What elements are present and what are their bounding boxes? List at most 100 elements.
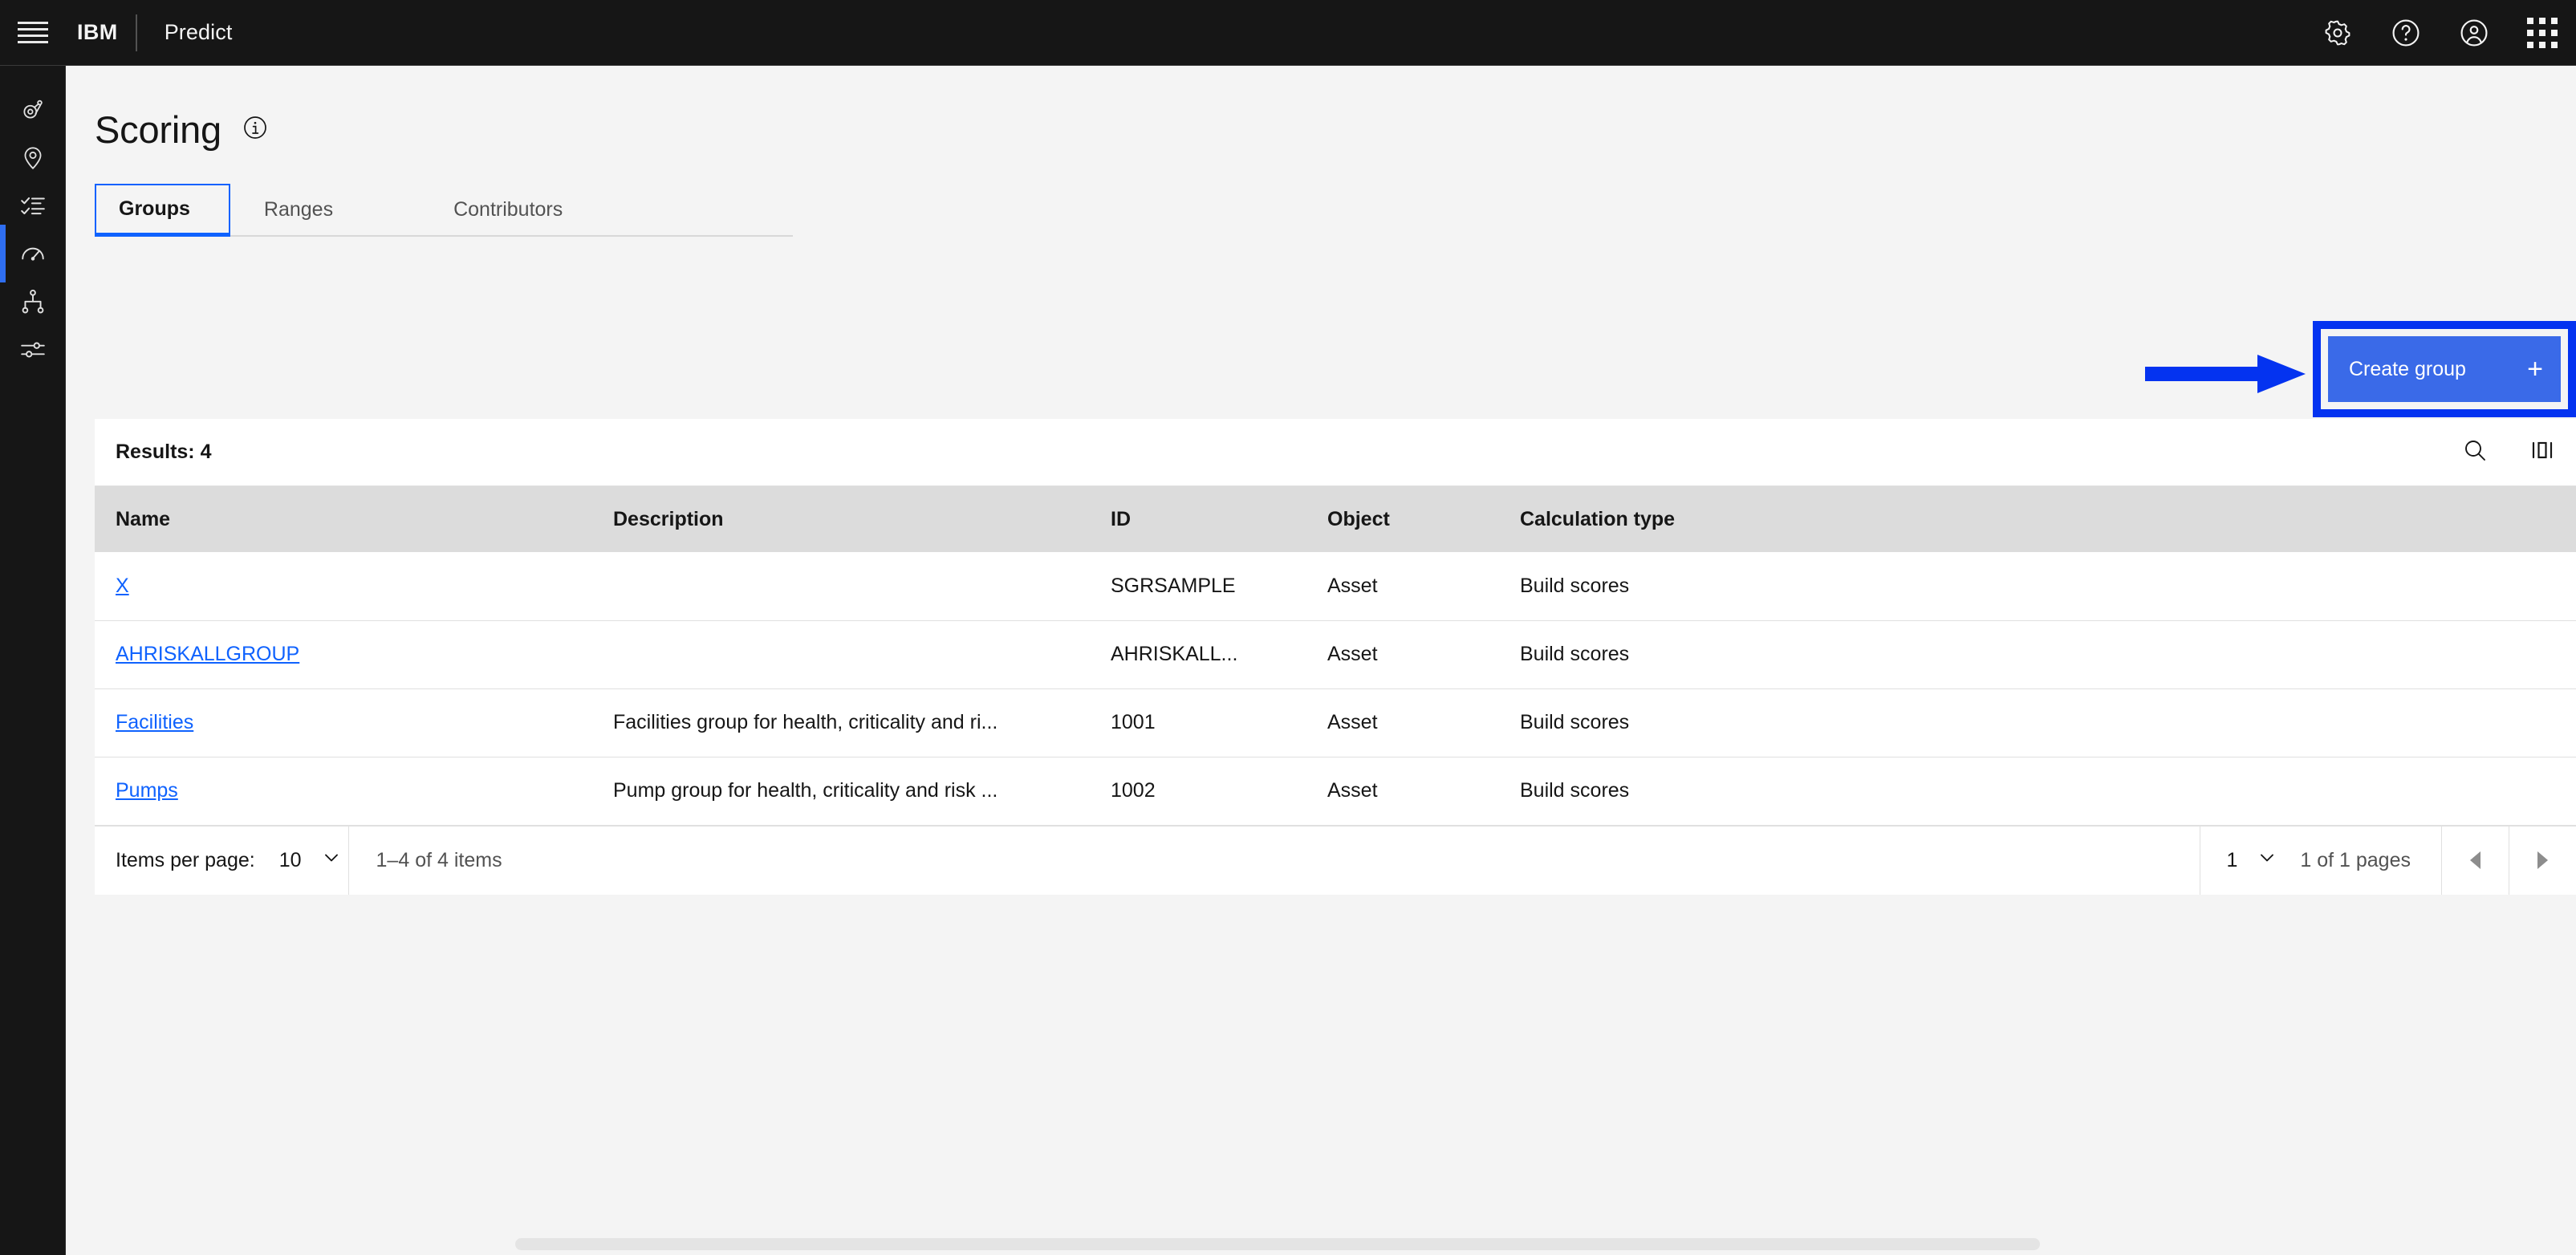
table-column-settings-button[interactable] [2509, 419, 2576, 486]
column-bars-icon [2530, 438, 2554, 466]
table-search-button[interactable] [2441, 419, 2509, 486]
table-row[interactable]: Pumps Pump group for health, criticality… [95, 757, 2576, 826]
hamburger-menu-icon [18, 21, 48, 44]
cell-description: Pump group for health, criticality and r… [592, 757, 1090, 826]
grid-dots-icon [2526, 17, 2558, 48]
next-page-button[interactable] [2509, 826, 2576, 895]
product-name[interactable]: Predict [137, 20, 233, 45]
sidebar-item-hierarchy[interactable] [0, 278, 66, 326]
main-content: Scoring Groups Ranges Contributors Creat… [66, 66, 2576, 1255]
cell-object: Asset [1306, 757, 1499, 826]
sidebar-item-scoring[interactable] [0, 225, 66, 282]
tab-ranges[interactable]: Ranges [230, 184, 453, 237]
cell-id: AHRISKALL... [1090, 620, 1306, 689]
app-root: IBM Predict Scoring Groups Ranges Contri… [0, 0, 2576, 1255]
page-title-row: Scoring [66, 66, 2576, 148]
table-header-row: Name Description ID Object Calculation t… [95, 486, 2576, 552]
data-table: Results: 4 Name Description ID Object Ca… [95, 419, 2576, 895]
account-button[interactable] [2440, 0, 2508, 65]
cell-id: 1002 [1090, 757, 1306, 826]
cell-object: Asset [1306, 552, 1499, 621]
column-header-id[interactable]: ID [1090, 486, 1306, 552]
items-per-page-value: 10 [278, 848, 302, 871]
results-count: Results: 4 [116, 441, 212, 463]
caret-right-icon [2537, 851, 2548, 869]
column-header-description[interactable]: Description [592, 486, 1090, 552]
question-circle-icon [2391, 18, 2421, 48]
chevron-down-icon [323, 849, 340, 872]
global-header: IBM Predict [0, 0, 2576, 66]
column-header-object[interactable]: Object [1306, 486, 1499, 552]
settings-button[interactable] [2303, 0, 2371, 65]
location-pin-icon [19, 144, 47, 171]
hamburger-menu-button[interactable] [0, 0, 66, 65]
pulley-asset-icon [19, 95, 47, 123]
info-circle-icon [242, 115, 268, 144]
sidebar-item-tasks[interactable] [0, 181, 66, 229]
page-info-button[interactable] [242, 115, 268, 144]
search-icon [2462, 437, 2488, 467]
header-actions [2303, 0, 2576, 65]
cell-calculation-type: Build scores [1499, 757, 2576, 826]
table-row[interactable]: Facilities Facilities group for health, … [95, 688, 2576, 757]
items-per-page-group: Items per page: 10 [95, 827, 348, 895]
table-toolbar-actions [2441, 419, 2576, 486]
brand-name: IBM [77, 20, 118, 44]
annotation-highlight-box: Create group + [2313, 321, 2576, 417]
gear-icon [2323, 18, 2352, 47]
scrollbar-thumb[interactable] [515, 1238, 2040, 1250]
gauge-meter-icon [19, 240, 47, 267]
user-avatar-icon [2459, 18, 2489, 48]
chevron-down-icon [2258, 849, 2276, 872]
cell-object: Asset [1306, 620, 1499, 689]
hierarchy-tree-icon [19, 288, 47, 315]
page-number-select[interactable]: 1 [2200, 827, 2300, 895]
cell-description [592, 620, 1090, 689]
table-toolbar: Results: 4 [95, 419, 2576, 486]
tab-groups[interactable]: Groups [95, 184, 230, 237]
sidebar-item-locations[interactable] [0, 133, 66, 181]
table-row[interactable]: AHRISKALLGROUP AHRISKALL... Asset Build … [95, 620, 2576, 689]
create-group-label: Create group [2349, 357, 2466, 380]
page-number-value: 1 [2226, 848, 2238, 871]
sidebar-item-settings[interactable] [0, 326, 66, 374]
cell-name: AHRISKALLGROUP [95, 620, 592, 689]
total-pages-text: 1 of 1 pages [2300, 848, 2411, 871]
cell-calculation-type: Build scores [1499, 620, 2576, 689]
sliders-icon [19, 336, 47, 364]
cell-description: Facilities group for health, criticality… [592, 688, 1090, 757]
horizontal-scrollbar[interactable] [66, 1233, 2576, 1255]
item-range-text: 1–4 of 4 items [376, 848, 502, 871]
column-header-name[interactable]: Name [95, 486, 592, 552]
sidebar-item-assets[interactable] [0, 85, 66, 133]
sidebar-rail [0, 66, 66, 1255]
cell-name: Facilities [95, 688, 592, 757]
page-controls: 1 1 of 1 pages [2200, 826, 2576, 895]
cell-id: 1001 [1090, 688, 1306, 757]
cell-description [592, 552, 1090, 621]
caret-left-icon [2470, 851, 2481, 869]
cell-name: Pumps [95, 757, 592, 826]
group-name-link[interactable]: X [116, 575, 129, 597]
cell-calculation-type: Build scores [1499, 552, 2576, 621]
app-switcher-button[interactable] [2508, 0, 2576, 65]
group-name-link[interactable]: AHRISKALLGROUP [116, 643, 299, 665]
action-zone: Create group + [66, 321, 2576, 417]
page-title: Scoring [95, 108, 221, 151]
cell-name: X [95, 552, 592, 621]
column-header-calculation-type[interactable]: Calculation type [1499, 486, 2576, 552]
group-name-link[interactable]: Facilities [116, 711, 193, 733]
table-row[interactable]: X SGRSAMPLE Asset Build scores [95, 552, 2576, 621]
cell-calculation-type: Build scores [1499, 688, 2576, 757]
items-per-page-label: Items per page: [116, 848, 255, 871]
tab-list: Groups Ranges Contributors [95, 184, 793, 237]
create-group-button[interactable]: Create group + [2328, 336, 2561, 402]
previous-page-button[interactable] [2441, 826, 2509, 895]
cell-id: SGRSAMPLE [1090, 552, 1306, 621]
groups-table: Name Description ID Object Calculation t… [95, 486, 2576, 826]
help-button[interactable] [2371, 0, 2440, 65]
tab-contributors[interactable]: Contributors [453, 184, 611, 237]
group-name-link[interactable]: Pumps [116, 779, 178, 802]
items-per-page-select[interactable]: 10 [279, 849, 348, 872]
cell-object: Asset [1306, 688, 1499, 757]
